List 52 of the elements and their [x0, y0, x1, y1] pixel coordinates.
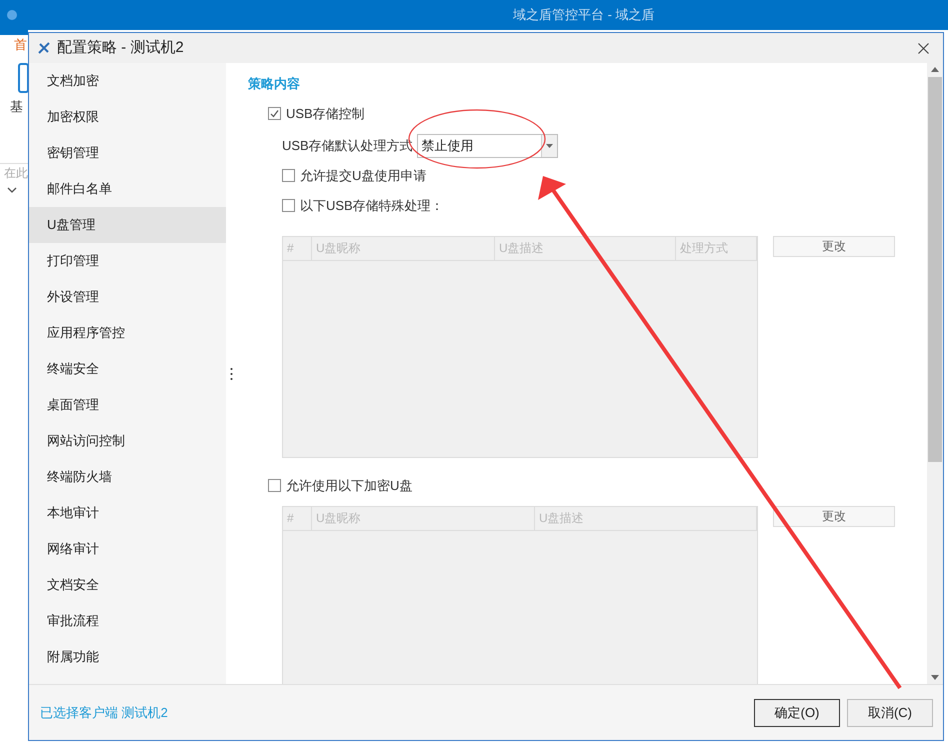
- scroll-down-icon[interactable]: [931, 675, 939, 680]
- sidebar-item[interactable]: 本地审计: [29, 495, 226, 531]
- column-header: U盘昵称: [312, 236, 495, 260]
- column-header: #: [283, 236, 312, 260]
- checkbox[interactable]: [268, 107, 281, 120]
- action-dropdown[interactable]: 禁止使用: [416, 134, 558, 158]
- checkbox-label: 允许提交U盘使用申请: [300, 166, 426, 185]
- sidebar-item[interactable]: 密钥管理: [29, 135, 226, 171]
- column-header: U盘描述: [535, 506, 757, 530]
- sidebar-item[interactable]: U盘管理: [29, 207, 226, 243]
- column-header: U盘昵称: [312, 506, 535, 530]
- column-header: 处理方式: [676, 236, 757, 260]
- section-title: 策略内容: [248, 75, 301, 93]
- app-logo-icon: [6, 9, 18, 21]
- sidebar-item[interactable]: 加密权限: [29, 99, 226, 135]
- column-header: #: [283, 506, 312, 530]
- sidebar-item[interactable]: 桌面管理: [29, 387, 226, 423]
- scroll-up-icon[interactable]: [931, 67, 939, 72]
- sidebar-item[interactable]: 文档安全: [29, 567, 226, 603]
- selected-client-text: 已选择客户端 测试机2: [40, 704, 168, 722]
- sidebar-item[interactable]: 终端防火墙: [29, 459, 226, 495]
- sidebar-item[interactable]: 邮件白名单: [29, 171, 226, 207]
- sidebar-item[interactable]: 网站访问控制: [29, 423, 226, 459]
- checkbox-label: 允许使用以下加密U盘: [286, 476, 412, 495]
- change-button[interactable]: 更改: [773, 236, 895, 256]
- checkbox[interactable]: [282, 199, 295, 212]
- sidebar-item[interactable]: 附属功能: [29, 639, 226, 675]
- chevron-down-icon: [7, 186, 17, 192]
- checkbox-label: 以下USB存储特殊处理：: [300, 196, 444, 215]
- checkbox[interactable]: [282, 169, 295, 182]
- checkbox-label: USB存储控制: [286, 104, 365, 123]
- field-label: USB存储默认处理方式: [282, 136, 413, 155]
- check-icon: [270, 109, 279, 118]
- dialog-button[interactable]: 取消(C): [847, 698, 933, 726]
- dropdown-arrow-icon: [546, 144, 553, 148]
- sidebar-item[interactable]: 外设管理: [29, 279, 226, 315]
- sidebar-item[interactable]: 打印管理: [29, 243, 226, 279]
- checkbox[interactable]: [268, 479, 281, 492]
- sidebar-item[interactable]: 网络审计: [29, 531, 226, 567]
- sidebar-item[interactable]: 终端安全: [29, 351, 226, 387]
- app-title: 域之盾管控平台 - 域之盾: [513, 6, 655, 24]
- dialog-button[interactable]: 确定(O): [754, 698, 840, 726]
- splitter-handle-icon[interactable]: [230, 366, 232, 380]
- toolbar-label: 基: [10, 98, 23, 116]
- sidebar-item[interactable]: 审批流程: [29, 603, 226, 639]
- scrollbar[interactable]: [927, 63, 943, 684]
- sidebar-item[interactable]: 文档加密: [29, 63, 226, 99]
- change-button[interactable]: 更改: [773, 506, 895, 526]
- close-icon[interactable]: [918, 42, 929, 54]
- column-header: U盘描述: [495, 236, 676, 260]
- sidebar-item[interactable]: 应用程序管控: [29, 315, 226, 351]
- dialog-title: 配置策略 - 测试机2: [57, 38, 184, 58]
